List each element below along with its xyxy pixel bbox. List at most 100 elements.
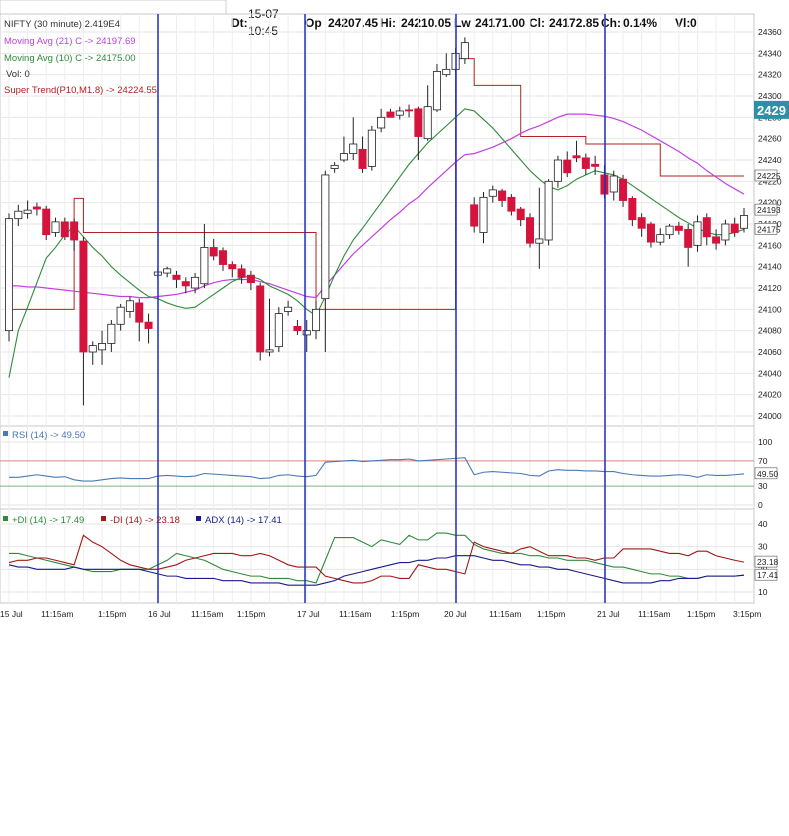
price-tick-label: 24020 [758, 390, 782, 400]
up-candle [284, 306, 293, 312]
price-tick-label: 24300 [758, 91, 782, 101]
legend-symbol: NIFTY (30 minute) 2.419E4 [4, 19, 120, 30]
down-candle [70, 221, 79, 241]
down-candle [181, 281, 190, 287]
up-candle [609, 175, 618, 193]
up-candle [88, 345, 97, 353]
down-candle [42, 208, 51, 236]
down-candle [646, 223, 655, 243]
up-candle [367, 129, 376, 167]
down-candle [293, 325, 302, 332]
down-candle [218, 250, 227, 265]
down-candle [172, 274, 181, 280]
down-candle [702, 217, 711, 238]
up-candle [200, 247, 209, 285]
up-candle [98, 343, 107, 351]
x-tick-label: 15 Jul [0, 609, 23, 619]
x-tick-label: 11:15am [339, 609, 371, 619]
up-candle [107, 323, 116, 344]
header-low-value: 24171.00 [475, 16, 525, 30]
up-candle [163, 268, 172, 274]
down-candle [246, 274, 255, 284]
x-tick-label: 1:15pm [687, 609, 715, 619]
price-tick-label: 24120 [758, 283, 782, 293]
up-candle [544, 180, 553, 241]
legend-mdi: -DI (14) -> 23.18 [110, 515, 180, 526]
price-axis-marker-label: 24225 [757, 171, 781, 181]
price-tick-label: 24060 [758, 347, 782, 357]
down-candle [684, 228, 693, 248]
x-tick-label: 20 Jul [444, 609, 467, 619]
page-background [0, 0, 789, 836]
x-tick-label: 16 Jul [148, 609, 171, 619]
header-high-value: 24210.05 [401, 16, 451, 30]
dmi-tick-label: 10 [758, 587, 768, 597]
price-tick-label: 24100 [758, 304, 782, 314]
pdi-legend-swatch [3, 516, 8, 521]
up-candle [721, 223, 730, 241]
header-open-value: 24207.45 [328, 16, 378, 30]
up-candle [191, 276, 200, 289]
adx-legend-swatch [196, 516, 201, 521]
header-open-label: Op [305, 16, 322, 30]
up-candle [553, 159, 562, 182]
x-tick-label: 11:15am [41, 609, 73, 619]
price-tick-label: 24340 [758, 48, 782, 58]
up-candle [265, 349, 274, 353]
x-tick-label: 3:15pm [733, 609, 761, 619]
dmi-tick-label: 40 [758, 519, 768, 529]
down-candle [386, 111, 395, 118]
up-candle [656, 234, 665, 243]
up-candle [14, 210, 23, 220]
x-tick-label: 1:15pm [237, 609, 265, 619]
down-candle [563, 159, 572, 174]
header-volume-value: 0 [690, 16, 697, 30]
price-axis-marker-label: 24193 [757, 205, 781, 215]
header-change-value: 0.14% [623, 16, 657, 30]
down-candle [405, 109, 414, 112]
rsi-legend: RSI (14) -> 49.50 [3, 430, 85, 441]
up-candle [274, 313, 283, 348]
x-tick-label: 11:15am [489, 609, 521, 619]
down-candle [470, 204, 479, 227]
up-candle [479, 196, 488, 233]
down-candle [572, 155, 581, 159]
x-tick-label: 1:15pm [537, 609, 565, 619]
up-candle [349, 143, 358, 155]
x-tick-label: 1:15pm [98, 609, 126, 619]
header-close-label: Cl: [529, 16, 545, 30]
rsi-tick-label: 30 [758, 481, 768, 491]
down-candle [526, 217, 535, 244]
up-candle [395, 110, 404, 116]
mdi-legend-swatch [101, 516, 106, 521]
price-tick-label: 24360 [758, 27, 782, 37]
x-tick-label: 17 Jul [297, 609, 320, 619]
rsi-tick-label: 70 [758, 456, 768, 466]
down-candle [135, 302, 144, 323]
down-candle [414, 108, 423, 137]
price-tick-label: 24080 [758, 326, 782, 336]
up-candle [339, 153, 348, 161]
down-candle [591, 163, 600, 167]
down-candle [256, 285, 265, 353]
dmi-value-marker-label: 23.18 [757, 557, 779, 567]
price-tick-label: 24000 [758, 411, 782, 421]
rsi-value-marker-label: 49.50 [757, 469, 779, 479]
up-candle [693, 221, 702, 246]
dmi-value-marker-label: 17.41 [757, 570, 779, 580]
up-candle [377, 116, 386, 129]
x-tick-label: 1:15pm [391, 609, 419, 619]
last-price-badge-label: 2429 [757, 103, 786, 118]
up-candle [312, 308, 321, 332]
up-candle [535, 238, 544, 244]
up-candle [116, 306, 125, 325]
up-candle [488, 189, 497, 197]
price-tick-label: 24160 [758, 240, 782, 250]
down-candle [628, 197, 637, 221]
legend-rsi: RSI (14) -> 49.50 [12, 430, 85, 441]
down-candle [79, 240, 88, 353]
price-tick-label: 24260 [758, 134, 782, 144]
rsi-legend-swatch [3, 431, 8, 436]
up-candle [125, 300, 134, 312]
rsi-tick-label: 0 [758, 500, 763, 510]
